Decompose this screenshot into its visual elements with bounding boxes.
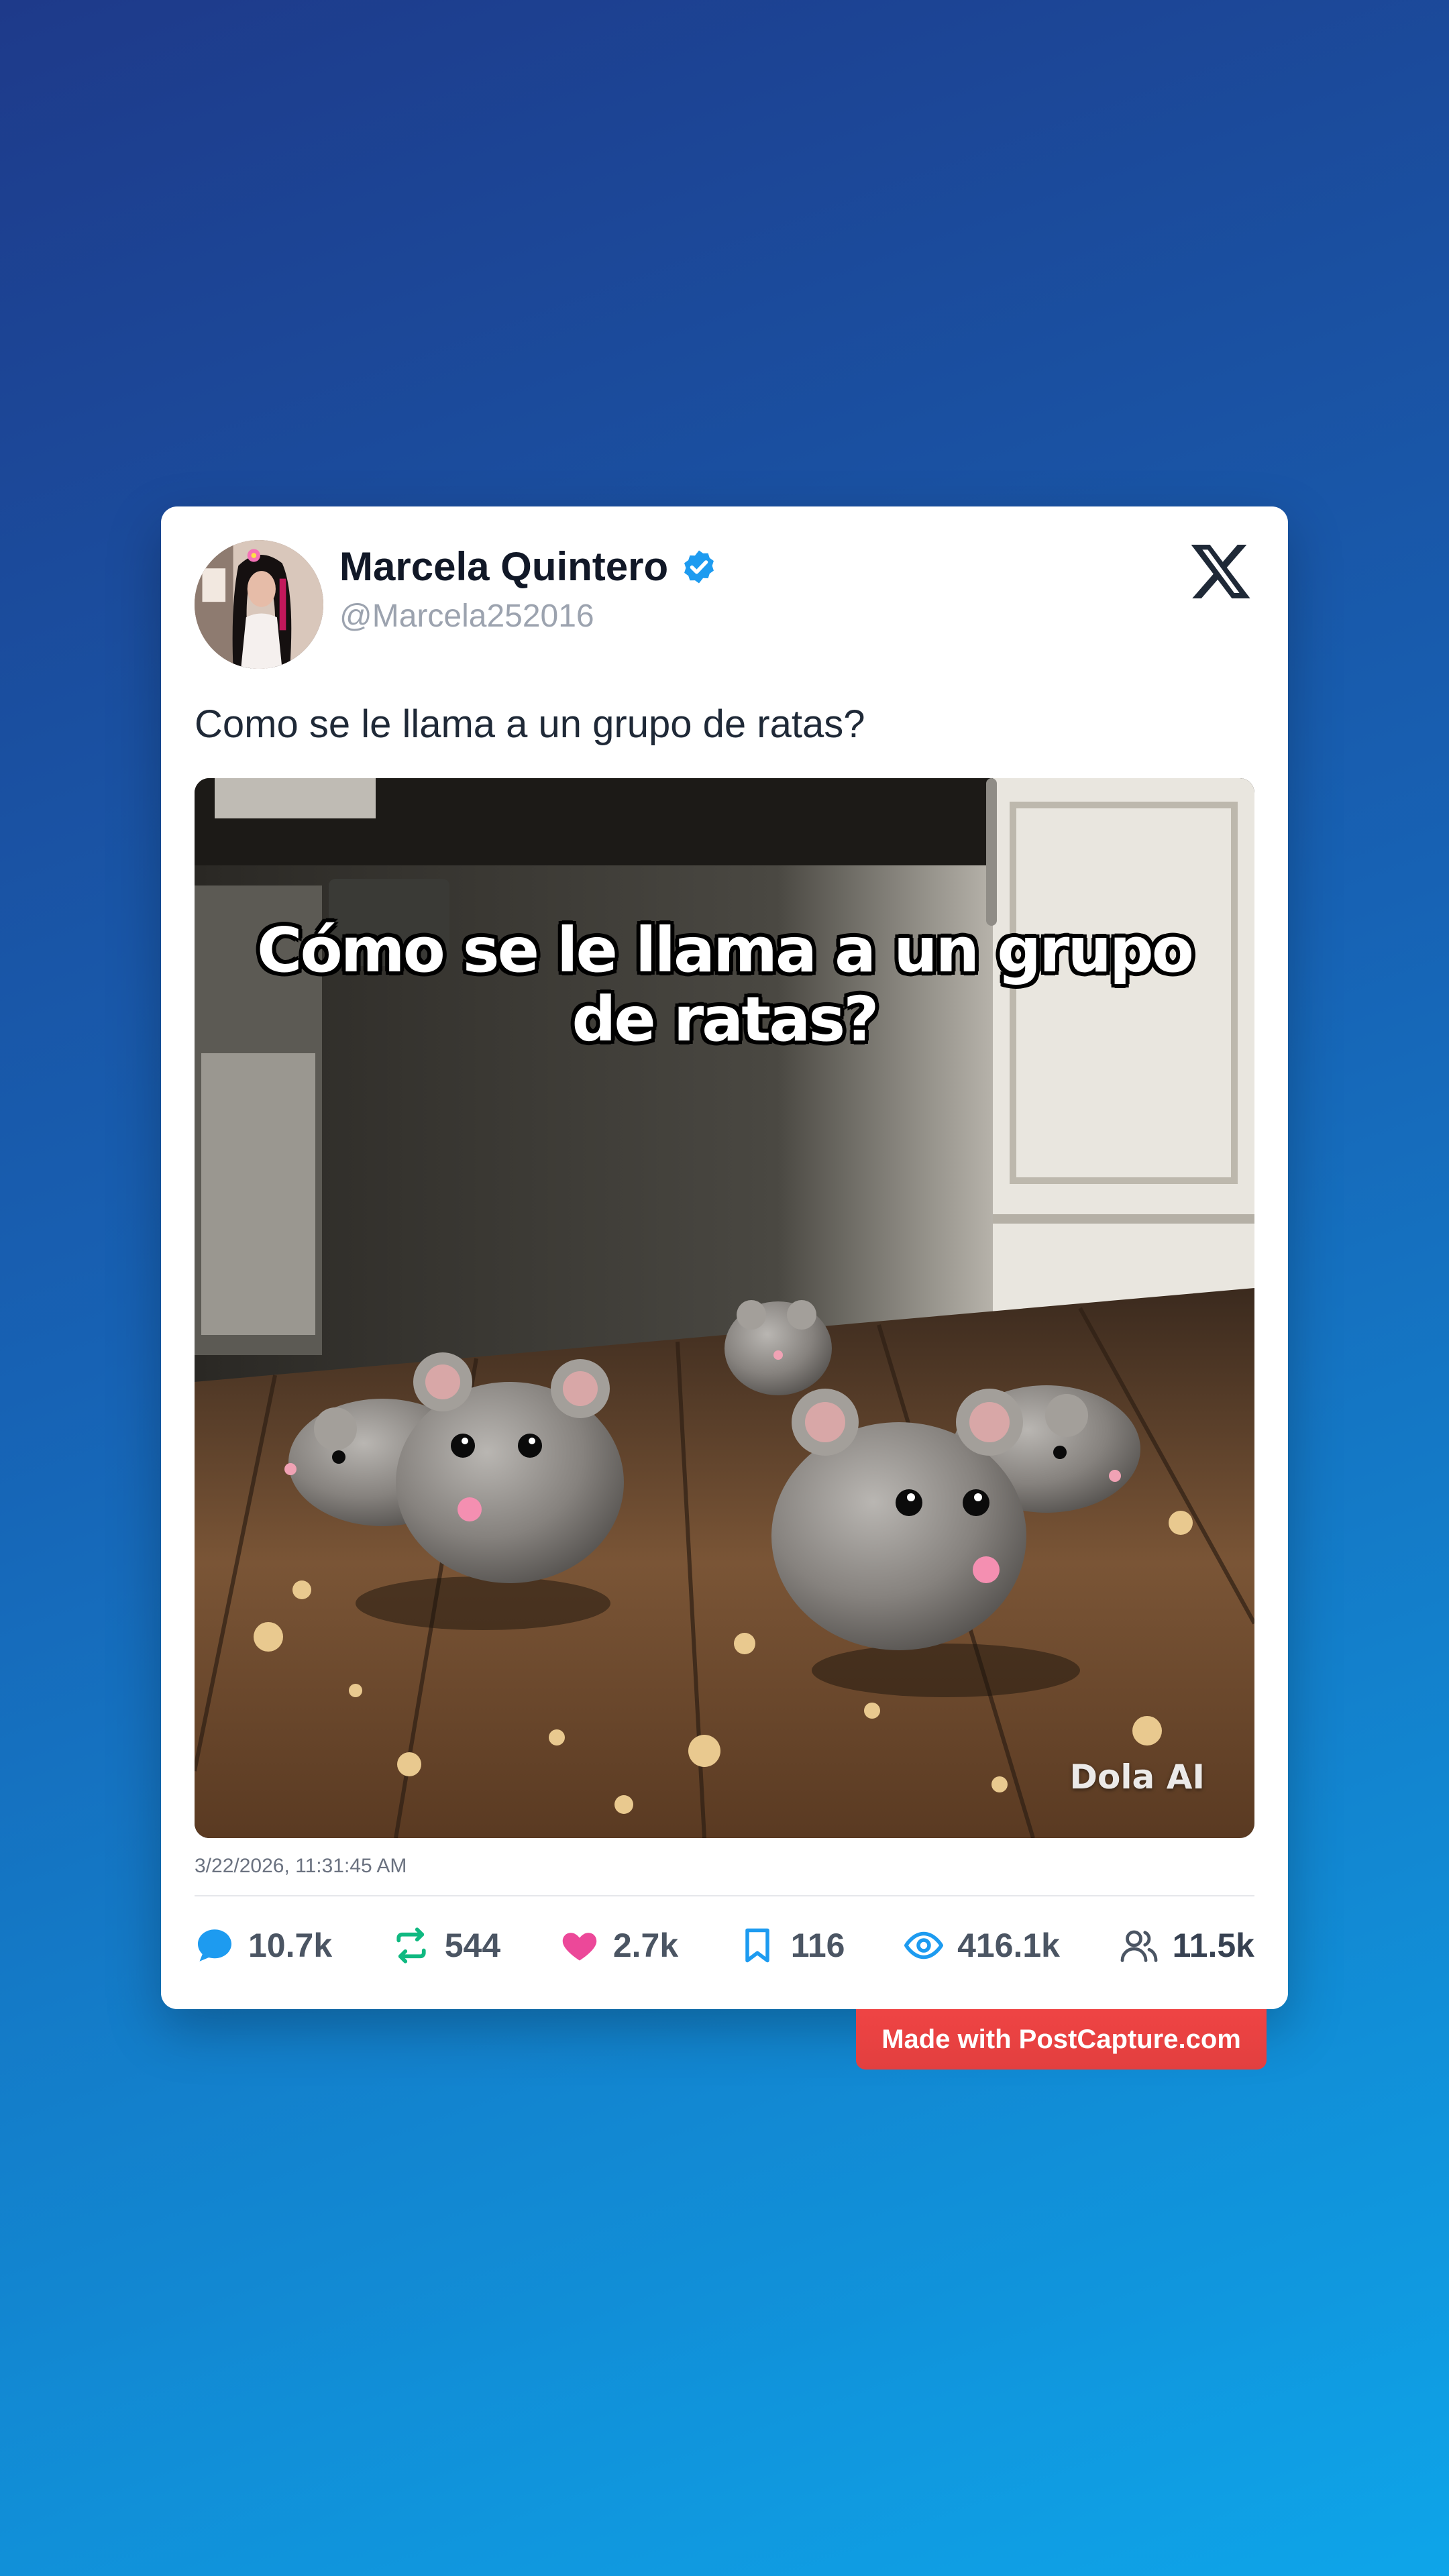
views-count: 416.1k bbox=[957, 1927, 1060, 1964]
bookmark-icon bbox=[745, 1928, 769, 1963]
likes-count: 2.7k bbox=[612, 1927, 679, 1964]
users-icon bbox=[1120, 1930, 1157, 1962]
x-logo-icon[interactable] bbox=[1189, 539, 1253, 603]
retweet-icon bbox=[396, 1927, 426, 1964]
avatar[interactable] bbox=[195, 540, 323, 669]
replies-stat[interactable]: 10.7k bbox=[195, 1925, 332, 1966]
bookmarks-count: 116 bbox=[790, 1927, 845, 1964]
followers-stat[interactable]: 11.5k bbox=[1119, 1925, 1254, 1966]
divider bbox=[195, 1895, 1254, 1896]
author-row: Marcela Quintero bbox=[339, 547, 718, 587]
tweet-timestamp: 3/22/2026, 11:31:45 AM bbox=[195, 1855, 407, 1877]
tweet-text: Como se le llama a un grupo de ratas? bbox=[195, 702, 865, 746]
engagement-bar: 10.7k 544 2.7k 116 416.1k 11.5k bbox=[195, 1915, 1254, 1976]
replies-count: 10.7k bbox=[248, 1927, 333, 1964]
tweet-card: Marcela Quintero @Marcela252016 Como se … bbox=[161, 506, 1288, 2009]
verified-badge-icon bbox=[684, 550, 714, 584]
author-name[interactable]: Marcela Quintero bbox=[339, 547, 668, 587]
views-stat[interactable]: 416.1k bbox=[904, 1925, 1060, 1966]
avatar-photo bbox=[195, 540, 323, 669]
retweets-count: 544 bbox=[444, 1927, 501, 1964]
tweet-image[interactable]: Cómo se le llama a un grupo de ratas? Do… bbox=[195, 778, 1254, 1838]
postcapture-badge[interactable]: Made with PostCapture.com bbox=[856, 2009, 1267, 2070]
author-handle[interactable]: @Marcela252016 bbox=[339, 598, 594, 635]
heart-icon bbox=[562, 1933, 597, 1961]
eye-icon bbox=[904, 1931, 944, 1960]
likes-stat[interactable]: 2.7k bbox=[559, 1925, 678, 1966]
retweets-stat[interactable]: 544 bbox=[391, 1925, 500, 1966]
comment-icon bbox=[198, 1929, 231, 1962]
followers-count: 11.5k bbox=[1172, 1927, 1254, 1964]
image-watermark: Dola AI bbox=[1069, 1758, 1205, 1796]
image-caption: Cómo se le llama a un grupo de ratas? bbox=[256, 914, 1194, 1056]
bookmarks-stat[interactable]: 116 bbox=[737, 1925, 845, 1966]
